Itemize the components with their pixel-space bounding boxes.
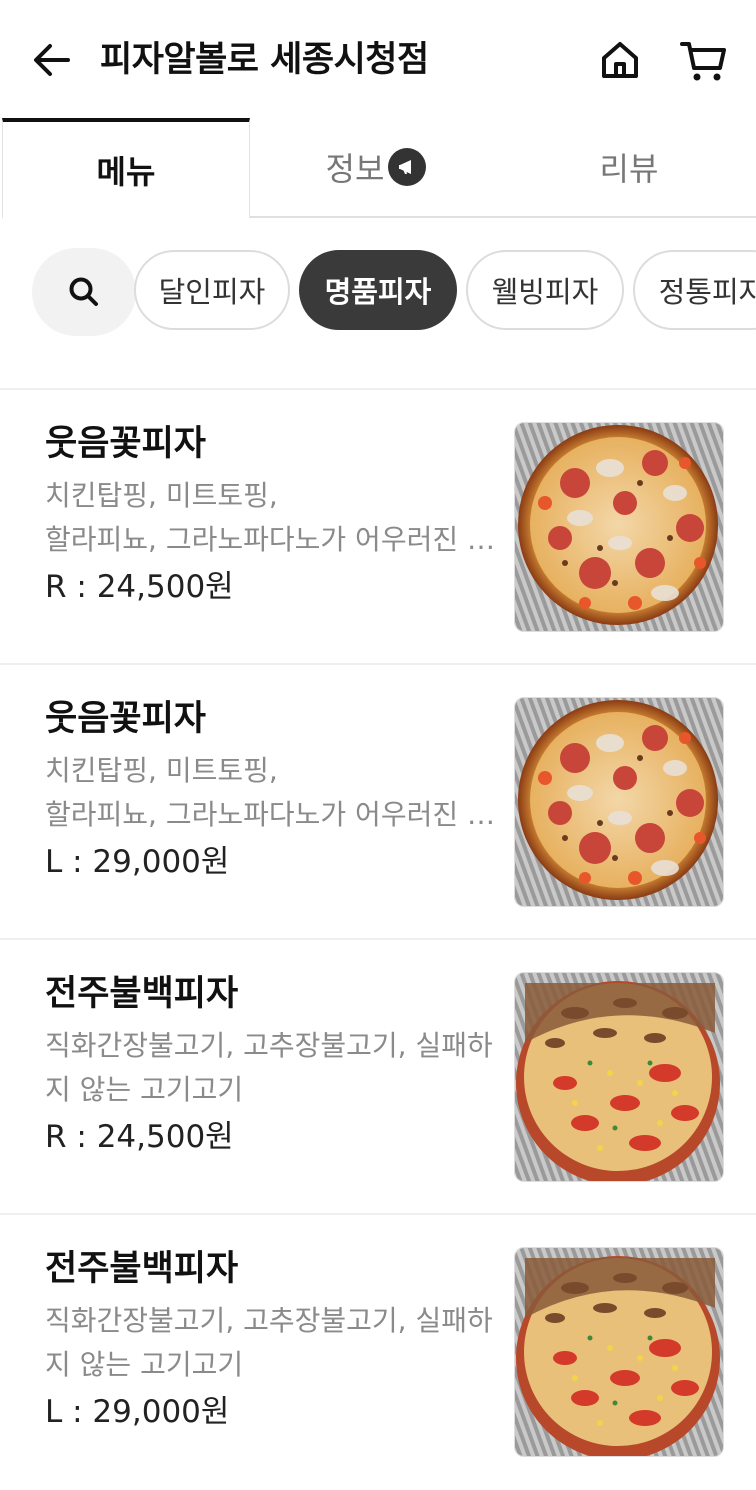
tab-info[interactable]: 정보 [250, 118, 502, 218]
menu-item[interactable]: 웃음꽃피자 치킨탑핑, 미트토핑, 할라피뇨, 그라노파다노가 어우러진 피자 … [0, 665, 756, 940]
bulgogi-pizza-image [514, 972, 724, 1182]
tab-review-label: 리뷰 [599, 150, 659, 188]
app-header: 피자알볼로 세종시청점 [0, 0, 756, 118]
tab-info-label: 정보 [325, 150, 385, 188]
tab-review[interactable]: 리뷰 [502, 118, 756, 218]
menu-item[interactable]: 전주불백피자 직화간장불고기, 고추장불고기, 실패하 지 않는 고기고기 R … [0, 940, 756, 1215]
category-chip-myeongpum[interactable]: 명품피자 [299, 250, 457, 330]
category-chip-dalin[interactable]: 달인피자 [134, 250, 290, 330]
pepperoni-pizza-image [514, 422, 724, 632]
menu-item-name: 웃음꽃피자 [45, 699, 207, 739]
menu-item-price: R : 24,500원 [45, 1119, 234, 1155]
megaphone-icon [388, 148, 427, 186]
search-button[interactable] [32, 248, 136, 336]
menu-item[interactable]: 웃음꽃피자 치킨탑핑, 미트토핑, 할라피뇨, 그라노파다노가 어우러진 피자 … [0, 390, 756, 665]
menu-item-name: 웃음꽃피자 [45, 424, 207, 464]
home-icon[interactable] [596, 36, 644, 84]
menu-item-price: L : 29,000원 [45, 844, 230, 880]
menu-item-price: L : 29,000원 [45, 1394, 230, 1430]
store-title: 피자알볼로 세종시청점 [100, 40, 429, 80]
tab-menu-label: 메뉴 [96, 153, 156, 191]
menu-item-description: 직화간장불고기, 고추장불고기, 실패하 지 않는 고기고기 [45, 1029, 493, 1106]
cart-icon[interactable] [678, 36, 730, 84]
menu-item-price: R : 24,500원 [45, 569, 234, 605]
menu-item[interactable]: 전주불백피자 직화간장불고기, 고추장불고기, 실패하 지 않는 고기고기 L … [0, 1215, 756, 1490]
bulgogi-pizza-image [514, 1247, 724, 1457]
tab-menu[interactable]: 메뉴 [2, 118, 250, 218]
menu-item-description: 직화간장불고기, 고추장불고기, 실패하 지 않는 고기고기 [45, 1304, 493, 1381]
pepperoni-pizza-image [514, 697, 724, 907]
search-icon [69, 277, 98, 306]
category-chip-wellbeing[interactable]: 웰빙피자 [466, 250, 624, 330]
back-arrow-icon[interactable] [30, 38, 74, 82]
category-chip-row: 달인피자 명품피자 웰빙피자 정통피자 [0, 248, 756, 336]
menu-item-description: 치킨탑핑, 미트토핑, 할라피뇨, 그라노파다노가 어우러진 피자 [45, 479, 507, 556]
category-chip-jeongtong[interactable]: 정통피자 [633, 250, 756, 330]
menu-item-name: 전주불백피자 [45, 1249, 239, 1289]
tab-bar: 메뉴 정보 리뷰 [0, 118, 756, 218]
menu-item-name: 전주불백피자 [45, 974, 239, 1014]
menu-item-description: 치킨탑핑, 미트토핑, 할라피뇨, 그라노파다노가 어우러진 피자 [45, 754, 507, 831]
